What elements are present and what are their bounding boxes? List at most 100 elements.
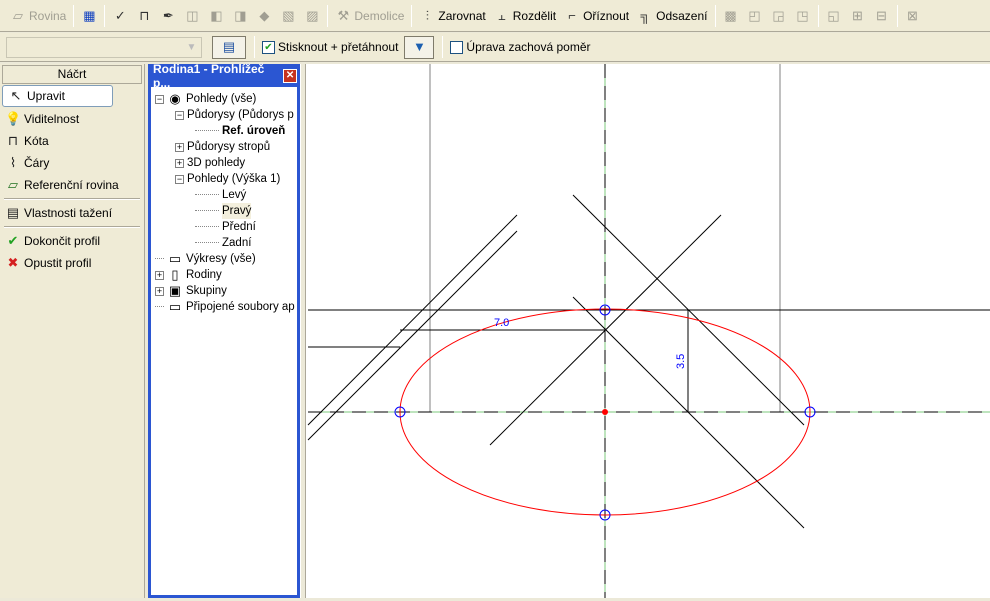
tree-node-label: Výkresy (vše) xyxy=(186,253,256,265)
mirror-icon: ◲ xyxy=(772,7,785,23)
eyedropper-button[interactable]: ✒ xyxy=(156,4,180,28)
tree-node[interactable]: + ▣ Skupiny xyxy=(155,283,227,299)
type-selector[interactable]: ▼ xyxy=(6,36,202,58)
rovina-button[interactable]: ▱ Rovina xyxy=(6,4,70,28)
sketch-item-lightbulb[interactable]: 💡 Viditelnost xyxy=(0,108,144,130)
sketch-item-check[interactable]: ✔ Dokončit profil xyxy=(0,230,144,252)
grid-button[interactable]: ▦ xyxy=(77,4,101,28)
split-face-button[interactable]: ▧ xyxy=(276,4,300,28)
sketch-item-dimension[interactable]: ⊓ Kóta xyxy=(0,130,144,152)
tree-node[interactable]: Přední xyxy=(195,219,256,235)
button-label: Rozdělit xyxy=(512,8,557,23)
sketch-line[interactable] xyxy=(307,214,518,426)
collapse-icon[interactable]: − xyxy=(175,174,184,184)
tree-node-label: Pohledy (Výška 1) xyxy=(187,173,281,185)
tree-node-label: Rodiny xyxy=(186,269,222,281)
cut-geometry-button[interactable]: ◫ xyxy=(180,4,204,28)
expand-icon[interactable]: + xyxy=(175,142,184,152)
sketch-item-cancel[interactable]: ✖ Opustit profil xyxy=(0,252,144,274)
keep-ratio-checkbox[interactable]: Úprava zachová poměr xyxy=(450,40,590,54)
trim-icon: ⌐ xyxy=(568,7,576,23)
pin-icon: ⊟ xyxy=(876,7,887,23)
ellipse-center-point[interactable] xyxy=(602,409,608,415)
tree-node-label: Levý xyxy=(222,189,247,201)
sketch-item-reference-plane[interactable]: ▱ Referenční rovina xyxy=(0,174,144,196)
rotate-button[interactable]: ◰ xyxy=(743,4,767,28)
lightbulb-icon: 💡 xyxy=(5,111,22,126)
tree-node[interactable]: +3D pohledy xyxy=(175,155,245,171)
eyedropper-icon: ✒ xyxy=(162,7,174,23)
zarovnat-button[interactable]: ⫶ Zarovnat xyxy=(415,4,489,28)
tree-node-label: Připojené soubory ap xyxy=(186,301,295,313)
offset-icon: ╗ xyxy=(640,7,650,23)
tree-node-label: Přední xyxy=(222,221,256,233)
tree-node[interactable]: − Půdorysy (Půdorys p xyxy=(175,107,294,123)
project-browser: Rodina1 - Prohlížeč p... ✕ − ◉ Pohledy (vše… xyxy=(148,62,300,598)
collapse-icon[interactable]: − xyxy=(155,94,164,104)
sketch-item-label: Referenční rovina xyxy=(24,178,119,192)
tree-node[interactable]: ▭ Připojené soubory ap xyxy=(155,299,295,315)
sketch-item-properties[interactable]: ▤ Vlastnosti tažení xyxy=(0,202,144,224)
filter-button[interactable]: ▼ xyxy=(404,35,435,59)
drawing-canvas[interactable]: 7.0 3.5 xyxy=(306,64,990,598)
tree-connector xyxy=(155,251,164,259)
expand-icon[interactable]: + xyxy=(175,158,184,168)
properties-button[interactable]: ▤ xyxy=(212,35,246,59)
rozdělit-button[interactable]: ⫠ Rozdělit xyxy=(490,4,560,28)
sketch-line[interactable] xyxy=(307,230,518,441)
tree-node[interactable]: Zadní xyxy=(195,235,251,251)
copy-button[interactable]: ▩ xyxy=(719,4,743,28)
button-label: Demolice xyxy=(354,8,405,23)
tree-node[interactable]: ▭ Výkresy (vše) xyxy=(155,251,256,267)
scale-button[interactable]: ⊞ xyxy=(846,4,870,28)
move-button[interactable]: ◱ xyxy=(822,4,846,28)
tree-node[interactable]: Levý xyxy=(195,187,246,203)
sketch-item-label: Vlastnosti tažení xyxy=(24,206,113,220)
odsazení-button[interactable]: ╗ Odsazení xyxy=(633,4,711,28)
sketch-drawing[interactable]: 7.0 3.5 xyxy=(306,64,990,598)
tree-node[interactable]: Pravý xyxy=(195,203,252,219)
eye-icon: ◉ xyxy=(169,91,181,106)
array-button[interactable]: ◳ xyxy=(791,4,815,28)
press-drag-checkbox[interactable]: ✔ Stisknout + přetáhnout xyxy=(262,40,398,54)
tree-node[interactable]: + ▯ Rodiny xyxy=(155,267,222,283)
paint-button[interactable]: ◆ xyxy=(252,4,276,28)
tree-node[interactable]: − Pohledy (Výška 1) xyxy=(175,171,280,187)
tree-node-label: Ref. úroveň xyxy=(222,125,286,137)
grid-icon: ▦ xyxy=(83,7,96,23)
tree-node[interactable]: + Půdorysy stropů xyxy=(175,139,270,155)
spellcheck-button[interactable]: ✓ xyxy=(108,4,132,28)
sketch-item-label: Opustit profil xyxy=(24,256,92,270)
sketch-item-lines[interactable]: ⌇ Čáry xyxy=(0,152,144,174)
unjoin-button[interactable]: ◨ xyxy=(228,4,252,28)
tree-node-label: Půdorysy (Půdorys p xyxy=(187,109,294,121)
sketch-item-cursor[interactable]: ↖ Upravit xyxy=(2,85,113,107)
families-icon: ▯ xyxy=(171,267,179,282)
tree-node-label: Pohledy (vše) xyxy=(186,93,257,105)
oříznout-button[interactable]: ⌐ Oříznout xyxy=(560,4,633,28)
checkbox-unchecked[interactable] xyxy=(450,40,464,54)
spellcheck-icon: ✓ xyxy=(114,7,126,23)
join-button[interactable]: ◧ xyxy=(204,4,228,28)
tree-node[interactable]: Ref. úroveň xyxy=(195,123,285,139)
checkbox-checked[interactable]: ✔ xyxy=(262,40,275,54)
sketch-item-label: Viditelnost xyxy=(24,112,80,126)
unpin-button[interactable]: ⊠ xyxy=(901,4,925,28)
tree-connector xyxy=(195,235,219,243)
demolice-button[interactable]: ⚒ Demolice xyxy=(331,4,408,28)
mirror-button[interactable]: ◲ xyxy=(767,4,791,28)
pattern-icon: ▨ xyxy=(306,7,319,23)
sketch-item-label: Kóta xyxy=(24,134,49,148)
expand-icon[interactable]: + xyxy=(155,270,164,280)
pattern-button[interactable]: ▨ xyxy=(300,4,324,28)
tree-node[interactable]: − ◉ Pohledy (vše) xyxy=(155,91,256,107)
close-icon[interactable]: ✕ xyxy=(283,69,297,83)
expand-icon[interactable]: + xyxy=(155,286,164,296)
tree-connector xyxy=(195,123,219,131)
dimension-label[interactable]: 7.0 xyxy=(494,317,509,329)
pin-button[interactable]: ⊟ xyxy=(870,4,894,28)
dimension-label[interactable]: 3.5 xyxy=(675,354,687,369)
dimension-button[interactable]: ⊓ xyxy=(132,4,156,28)
collapse-icon[interactable]: − xyxy=(175,110,184,120)
button-label: Odsazení xyxy=(656,8,708,23)
